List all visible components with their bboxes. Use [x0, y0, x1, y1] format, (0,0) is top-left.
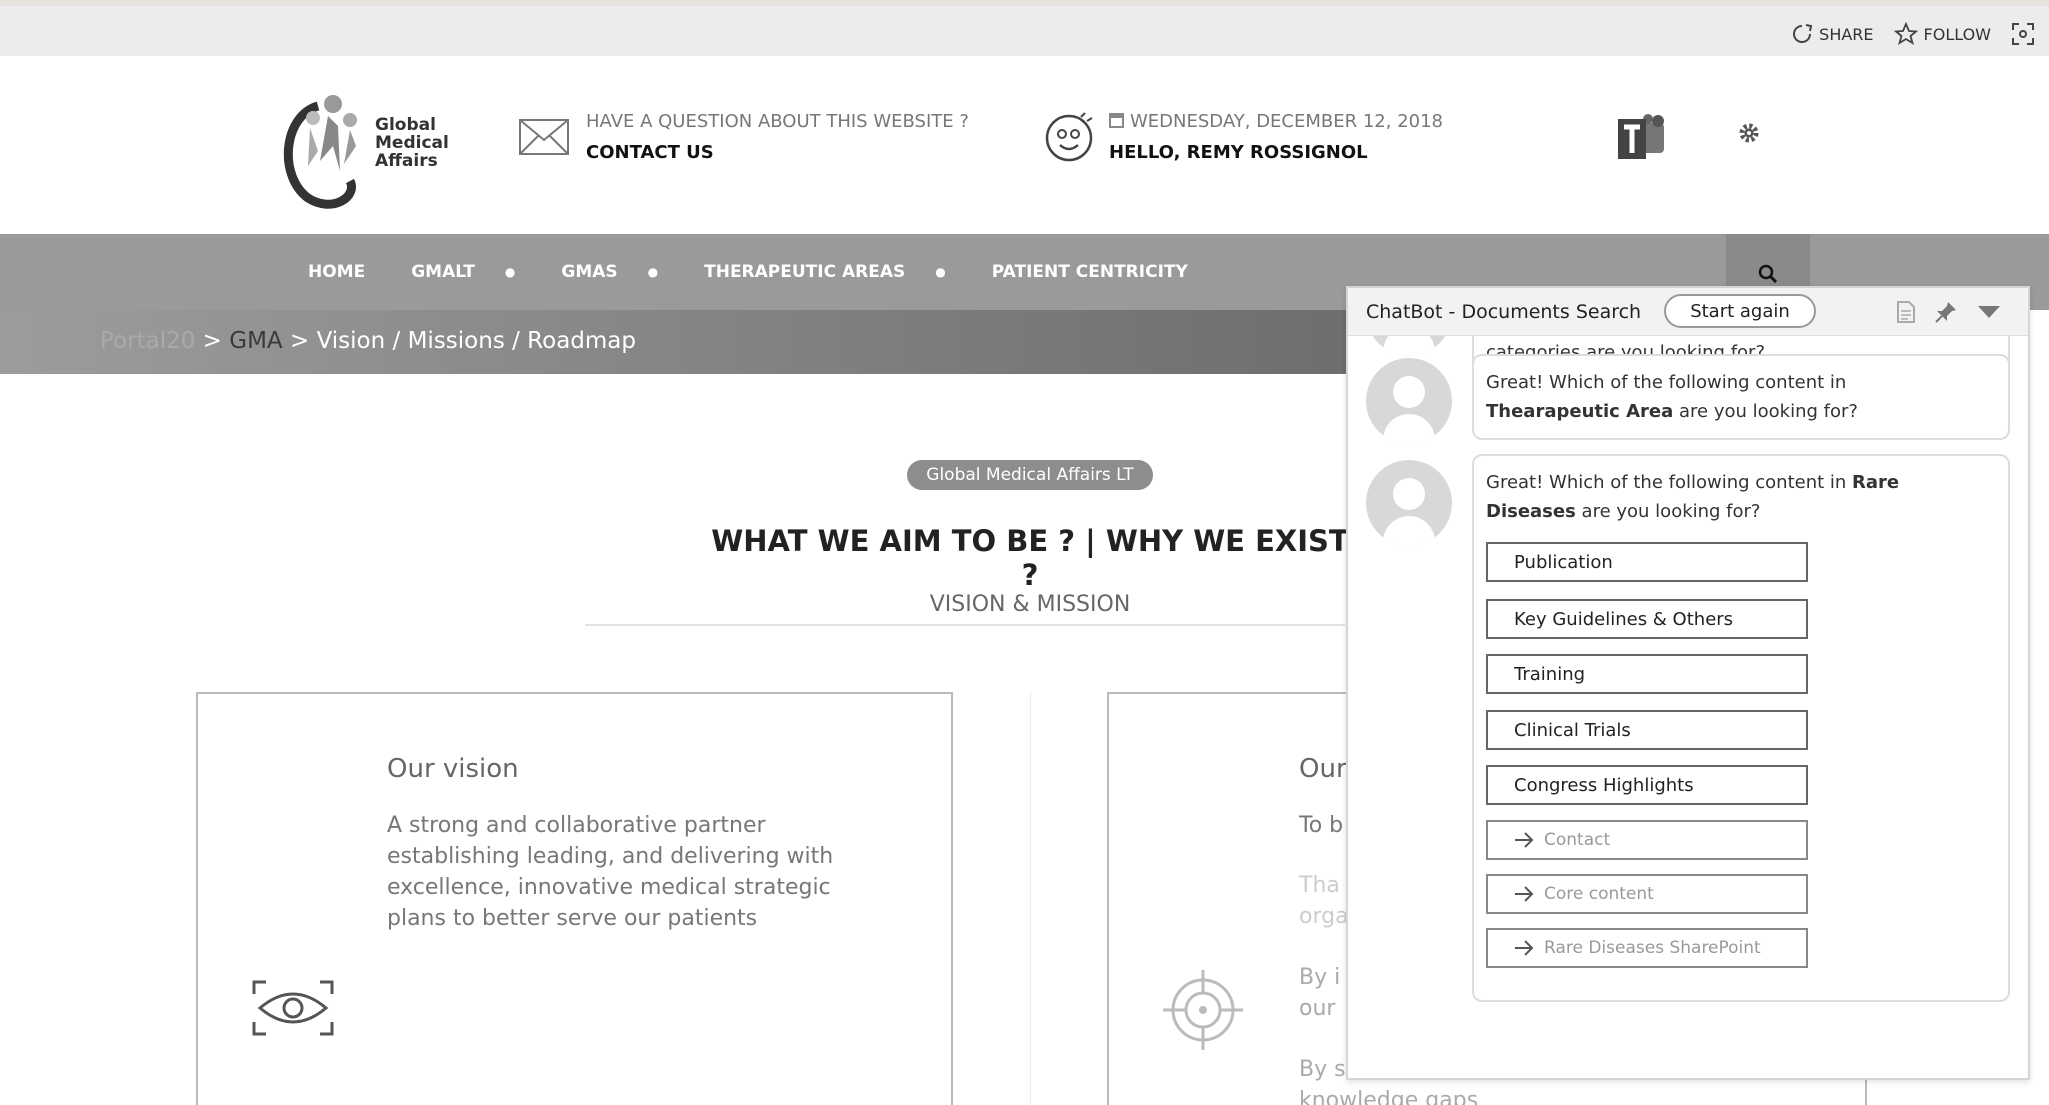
envelope-icon	[519, 119, 569, 155]
card-separator	[1030, 692, 1031, 1105]
mission-text-3: By i our	[1299, 965, 1341, 1021]
logo-icon	[283, 95, 357, 209]
breadcrumb-root[interactable]: Portal20	[100, 328, 195, 354]
vision-text: A strong and collaborative partner estab…	[387, 813, 834, 931]
contact-block: HAVE A QUESTION ABOUT THIS WEBSITE ? CON…	[518, 111, 969, 163]
focus-mode-icon[interactable]	[2011, 22, 2035, 46]
link-contact[interactable]: Contact	[1486, 820, 1808, 860]
document-icon[interactable]	[1896, 300, 1916, 324]
bot-avatar	[1366, 460, 1452, 546]
bot-avatar	[1366, 358, 1452, 444]
page-subtitle: VISION & MISSION	[929, 592, 1131, 617]
section-badge: Global Medical Affairs LT	[907, 460, 1153, 490]
pin-icon[interactable]	[1934, 300, 1958, 324]
dropdown-icon: ●	[647, 265, 659, 279]
page-title: WHAT WE AIM TO BE ? | WHY WE EXIST ?	[711, 524, 1349, 592]
top-edge	[0, 0, 2049, 6]
option-clinical-trials[interactable]: Clinical Trials	[1486, 710, 1808, 750]
option-publication[interactable]: Publication	[1486, 542, 1808, 582]
chat-message-options: Great! Which of the following content in…	[1472, 454, 2010, 1002]
chat-messages: categories are you looking for? Great! W…	[1348, 336, 2028, 1080]
vision-card: Our vision A strong and collaborative pa…	[196, 692, 953, 1105]
chatbot-header: ChatBot - Documents Search Start again	[1348, 288, 2028, 336]
share-label: SHARE	[1819, 24, 1874, 44]
calendar-icon	[1109, 113, 1124, 128]
date-greeting-block: WEDNESDAY, DECEMBER 12, 2018 HELLO, REMY…	[1043, 111, 1443, 163]
title-divider	[585, 624, 1345, 626]
start-again-button[interactable]: Start again	[1664, 294, 1816, 328]
site-header: Global Medical Affairs HAVE A QUESTION A…	[0, 56, 2049, 234]
chevron-down-icon[interactable]	[1976, 302, 2002, 322]
current-date: WEDNESDAY, DECEMBER 12, 2018	[1109, 111, 1443, 132]
breadcrumb-current: > Vision / Missions / Roadmap	[282, 328, 636, 354]
nav-item-gmalt[interactable]: GMALT ●	[411, 262, 561, 282]
dropdown-icon: ●	[935, 265, 946, 279]
nav-item-home[interactable]: HOME	[308, 262, 411, 282]
contact-question: HAVE A QUESTION ABOUT THIS WEBSITE ?	[586, 111, 969, 132]
contact-us-link[interactable]: CONTACT US	[586, 142, 969, 163]
page-actions: SHARE FOLLOW	[1791, 22, 2035, 46]
breadcrumb: Portal20 > GMA > Vision / Missions / Roa…	[100, 328, 636, 354]
bot-avatar	[1366, 336, 1452, 356]
arrow-right-icon	[1515, 886, 1534, 902]
option-training[interactable]: Training	[1486, 654, 1808, 694]
site-logo[interactable]: Global Medical Affairs	[278, 86, 449, 216]
teams-icon[interactable]	[1618, 113, 1670, 165]
star-icon	[1893, 22, 1918, 45]
mission-title: Our	[1299, 754, 1347, 784]
option-congress-highlights[interactable]: Congress Highlights	[1486, 765, 1808, 805]
user-greeting: HELLO, REMY ROSSIGNOL	[1109, 142, 1368, 163]
dropdown-icon: ●	[504, 265, 516, 279]
follow-label: FOLLOW	[1923, 24, 1991, 44]
share-icon	[1793, 24, 1813, 43]
chatbot-panel: ChatBot - Documents Search Start again c…	[1346, 286, 2030, 1080]
option-key-guidelines[interactable]: Key Guidelines & Others	[1486, 599, 1808, 639]
arrow-right-icon	[1515, 940, 1534, 956]
arrow-right-icon	[1515, 832, 1534, 848]
target-icon	[1163, 970, 1243, 1050]
nav-item-patient-centricity[interactable]: PATIENT CENTRICITY	[992, 262, 1234, 282]
breadcrumb-gma[interactable]: GMA	[229, 328, 282, 354]
breadcrumb-bar: Portal20 > GMA > Vision / Missions / Roa…	[0, 310, 1346, 374]
eye-icon	[252, 980, 334, 1036]
chatbot-title: ChatBot - Documents Search	[1366, 301, 1642, 323]
follow-action[interactable]: FOLLOW	[1893, 22, 1991, 46]
chat-message: Great! Which of the following content in…	[1472, 354, 2010, 440]
mission-text-1: To b	[1299, 813, 1344, 838]
mission-text-2: Tha orga	[1299, 873, 1349, 929]
nav-item-therapeutic-areas[interactable]: THERAPEUTIC AREAS ●	[704, 262, 992, 282]
vision-title: Our vision	[387, 754, 519, 784]
search-icon	[1758, 264, 1778, 284]
logo-text: Global Medical Affairs	[375, 115, 449, 171]
nav-item-gmas[interactable]: GMAS ●	[561, 262, 704, 282]
smiley-icon	[1045, 112, 1093, 162]
link-core-content[interactable]: Core content	[1486, 874, 1808, 914]
share-action[interactable]: SHARE	[1791, 23, 1874, 45]
gear-icon[interactable]	[1737, 121, 1761, 145]
top-toolbar: SHARE FOLLOW	[0, 0, 2049, 56]
link-rare-diseases-sharepoint[interactable]: Rare Diseases SharePoint	[1486, 928, 1808, 968]
